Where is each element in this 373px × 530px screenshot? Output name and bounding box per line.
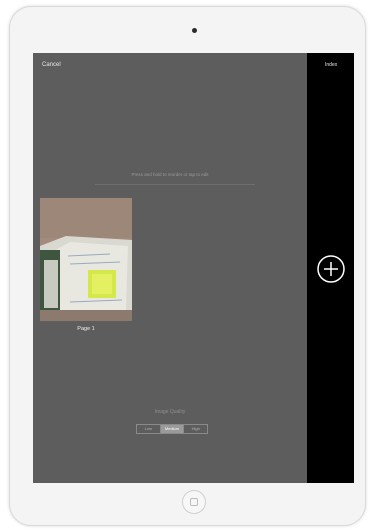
quality-option-high[interactable]: High	[184, 425, 207, 433]
home-square-icon	[190, 498, 198, 506]
page-photo-image	[40, 198, 132, 321]
side-panel: Index	[307, 53, 354, 483]
page-thumbnail[interactable]	[40, 198, 132, 321]
image-quality-selector: Low Medium High	[136, 424, 208, 434]
quality-option-low[interactable]: Low	[137, 425, 161, 433]
home-button[interactable]	[182, 490, 206, 514]
hint-divider	[95, 184, 255, 185]
add-page-button[interactable]	[316, 254, 346, 284]
plus-circle-icon	[317, 255, 345, 283]
quality-option-medium[interactable]: Medium	[160, 425, 185, 433]
index-button[interactable]: Index	[325, 62, 337, 68]
page-label: Page 1	[77, 326, 95, 332]
camera-dot	[192, 28, 197, 33]
reorder-hint: Press and hold to reorder or tap to edit	[131, 172, 209, 177]
image-quality-label: Image Quality	[154, 409, 186, 415]
cancel-button[interactable]: Cancel	[42, 62, 61, 68]
main-screen: Cancel Press and hold to reorder or tap …	[33, 53, 307, 483]
